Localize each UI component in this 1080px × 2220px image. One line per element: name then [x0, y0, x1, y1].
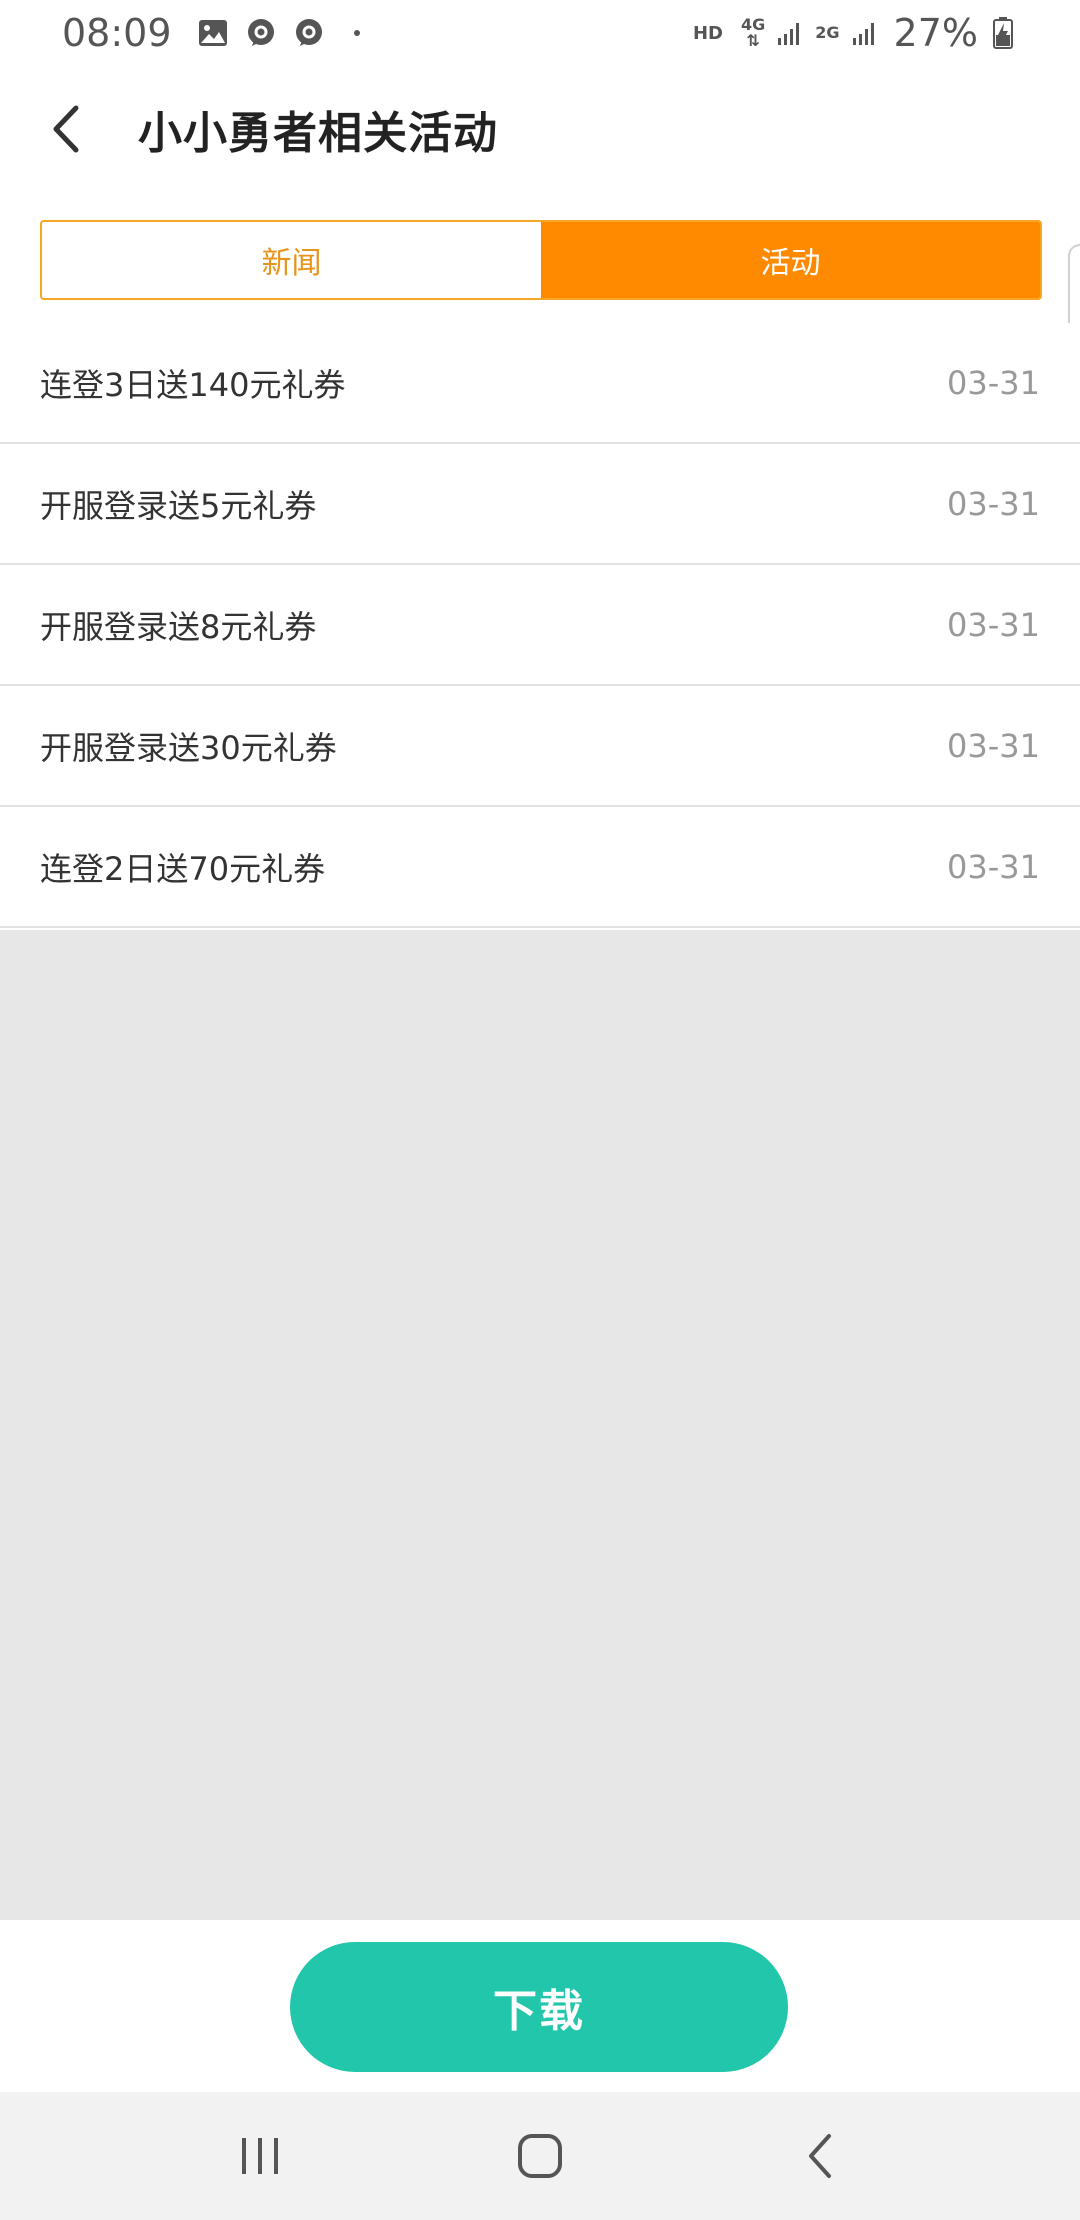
signal-icon [850, 18, 880, 48]
screen: 08:09 HD 4G ⇅ 2G 27% 小小勇者相关活动 新闻 活动 连登3日… [0, 0, 1080, 2220]
tab-news[interactable]: 新闻 [42, 222, 541, 298]
tab-activities[interactable]: 活动 [541, 222, 1040, 298]
chevron-left-icon [53, 105, 79, 153]
home-icon [518, 2134, 562, 2178]
list-item[interactable]: 连登2日送70元礼券 03-31 [0, 807, 1080, 928]
item-title: 开服登录送5元礼券 [40, 486, 317, 525]
battery-percent: 27% [893, 11, 978, 55]
header: 小小勇者相关活动 [0, 66, 1080, 192]
image-icon [198, 18, 228, 48]
item-title: 开服登录送8元礼券 [40, 607, 317, 646]
back-icon [809, 2134, 831, 2178]
status-left: 08:09 [62, 11, 372, 55]
item-date: 03-31 [947, 847, 1040, 886]
item-title: 连登3日送140元礼券 [40, 365, 346, 404]
list-item[interactable]: 开服登录送8元礼券 03-31 [0, 565, 1080, 686]
network-2g: 2G [815, 25, 839, 41]
activity-list: 连登3日送140元礼券 03-31 开服登录送5元礼券 03-31 开服登录送8… [0, 323, 1080, 928]
battery-charging-icon [988, 17, 1018, 49]
item-title: 连登2日送70元礼券 [40, 849, 326, 888]
status-bar: 08:09 HD 4G ⇅ 2G 27% [0, 0, 1080, 66]
chat-bubble-icon [294, 18, 324, 48]
home-button[interactable] [495, 2111, 585, 2201]
tab-bar: 新闻 活动 [40, 220, 1042, 300]
hd-indicator: HD [692, 22, 723, 44]
list-item[interactable]: 连登3日送140元礼券 03-31 [0, 323, 1080, 444]
network-2g-label: 2G [815, 23, 840, 42]
status-time: 08:09 [62, 11, 172, 55]
status-right: HD 4G ⇅ 2G 27% [693, 11, 1018, 55]
item-date: 03-31 [947, 726, 1040, 765]
recent-apps-button[interactable] [215, 2111, 305, 2201]
signal-icon [775, 18, 805, 48]
download-bar: 下载 [0, 1920, 1080, 2092]
item-date: 03-31 [947, 605, 1040, 644]
dot-icon [342, 18, 372, 48]
recent-apps-icon [242, 2138, 278, 2174]
download-button[interactable]: 下载 [290, 1942, 788, 2072]
item-date: 03-31 [947, 363, 1040, 402]
list-item[interactable]: 开服登录送30元礼券 03-31 [0, 686, 1080, 807]
item-title: 开服登录送30元礼券 [40, 728, 337, 767]
page-title: 小小勇者相关活动 [138, 108, 498, 159]
nav-back-button[interactable] [775, 2111, 865, 2201]
data-arrows-icon: ⇅ [746, 31, 760, 50]
list-item[interactable]: 开服登录送5元礼券 03-31 [0, 444, 1080, 565]
empty-area [0, 930, 1080, 1920]
network-4g: 4G ⇅ [741, 17, 765, 49]
item-date: 03-31 [947, 484, 1040, 523]
system-nav-bar [0, 2092, 1080, 2220]
back-button[interactable] [30, 93, 102, 165]
chat-bubble-icon [246, 18, 276, 48]
